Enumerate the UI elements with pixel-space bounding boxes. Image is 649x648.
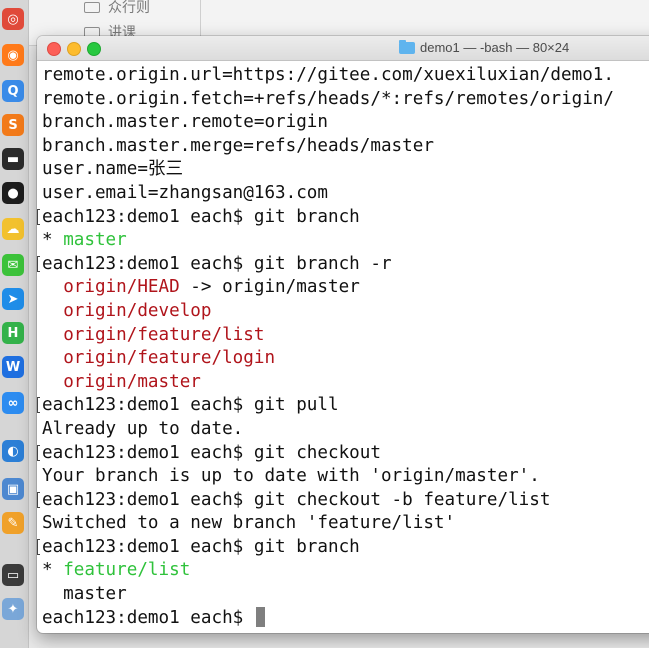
app-store-icon[interactable]: ✦ xyxy=(2,598,24,620)
terminal-line: each123:demo1 each$ git pull xyxy=(37,394,649,418)
terminal-line: user.email=zhangsan@163.com xyxy=(42,182,649,206)
terminal-text: * xyxy=(42,230,64,251)
remote-branch-text: origin/develop xyxy=(63,300,212,321)
window-title: demo1 — -bash — 80×24 xyxy=(399,39,570,55)
wps-icon[interactable]: W xyxy=(2,356,24,378)
window-title-text: demo1 — -bash — 80×24 xyxy=(420,40,570,55)
terminal-line: each123:demo1 each$ git branch xyxy=(37,206,649,230)
screen-capture-icon[interactable]: ▭ xyxy=(2,564,24,586)
terminal-text: * xyxy=(42,560,64,581)
terminal-line: user.name=张三 xyxy=(42,158,649,182)
prompt-mark xyxy=(37,208,40,225)
terminal-line: Already up to date. xyxy=(42,418,649,442)
terminal-text: Your branch is up to date with 'origin/m… xyxy=(42,466,540,487)
terminal-line: * master xyxy=(42,229,649,253)
terminal-text: each123:demo1 each$ git branch -r xyxy=(42,253,392,274)
terminal-text: each123:demo1 each$ git checkout -b feat… xyxy=(42,489,551,510)
current-branch-text: master xyxy=(63,230,127,251)
text-cursor xyxy=(255,606,265,627)
terminal-line: Your branch is up to date with 'origin/m… xyxy=(42,465,649,489)
terminal-text: each123:demo1 each$ git branch xyxy=(42,536,360,557)
terminal-text: Already up to date. xyxy=(42,418,244,439)
firefox-icon[interactable]: ◉ xyxy=(2,44,24,66)
terminal-text: each123:demo1 each$ git checkout xyxy=(42,442,381,463)
terminal-line: each123:demo1 each$ git checkout xyxy=(37,442,649,466)
prompt-text: each123:demo1 each$ xyxy=(42,607,254,628)
qq-icon[interactable]: ● xyxy=(2,182,24,204)
terminal-text: master xyxy=(42,584,127,605)
minimize-button[interactable] xyxy=(67,42,81,56)
remote-branch-text: origin/feature/login xyxy=(63,348,276,369)
terminal-line: remote.origin.url=https://gitee.com/xuex… xyxy=(42,64,649,88)
terminal-window[interactable]: demo1 — -bash — 80×24 remote.origin.url=… xyxy=(37,36,649,633)
sidebar-divider xyxy=(200,0,201,38)
terminal-text: remote.origin.fetch=+refs/heads/*:refs/r… xyxy=(42,88,614,109)
terminal-text: branch.master.remote=origin xyxy=(42,112,328,133)
title-bar[interactable]: demo1 — -bash — 80×24 xyxy=(37,36,649,61)
remote-branch-text: origin/HEAD xyxy=(63,277,180,298)
sketch-icon[interactable]: ✎ xyxy=(2,512,24,534)
terminal-line: branch.master.remote=origin xyxy=(42,111,649,135)
terminal-text: Switched to a new branch 'feature/list' xyxy=(42,513,456,534)
terminal-line: origin/develop xyxy=(42,300,649,324)
terminal-line: origin/master xyxy=(42,371,649,395)
terminal-line: each123:demo1 each$ git branch xyxy=(37,536,649,560)
remote-branch-text: origin/master xyxy=(63,371,201,392)
current-branch-text: feature/list xyxy=(63,560,191,581)
terminal-line: origin/feature/login xyxy=(42,347,649,371)
prompt-line[interactable]: each123:demo1 each$ xyxy=(42,606,649,631)
folder-icon xyxy=(399,39,415,54)
preview-icon[interactable]: ▣ xyxy=(2,478,24,500)
navicat-icon[interactable]: ◐ xyxy=(2,440,24,462)
terminal-icon[interactable]: ▬ xyxy=(2,148,24,170)
terminal-output[interactable]: remote.origin.url=https://gitee.com/xuex… xyxy=(37,61,649,630)
prompt-mark xyxy=(37,397,40,414)
terminal-line: master xyxy=(42,583,649,607)
close-button[interactable] xyxy=(47,42,61,56)
terminal-text: each123:demo1 each$ git pull xyxy=(42,395,339,416)
maximize-button[interactable] xyxy=(87,42,101,56)
notes-icon[interactable]: ☁ xyxy=(2,218,24,240)
terminal-text: user.name=张三 xyxy=(42,159,184,180)
terminal-line: origin/feature/list xyxy=(42,324,649,348)
terminal-text: -> origin/master xyxy=(179,277,360,298)
terminal-line: remote.origin.fetch=+refs/heads/*:refs/r… xyxy=(42,88,649,112)
wechat-icon[interactable]: ✉ xyxy=(2,254,24,276)
finder-sidebar-item[interactable]: 众行则 xyxy=(84,0,150,17)
terminal-line: branch.master.merge=refs/heads/master xyxy=(42,135,649,159)
terminal-text: remote.origin.url=https://gitee.com/xuex… xyxy=(42,65,614,85)
paper-plane-icon[interactable]: ➤ xyxy=(2,288,24,310)
terminal-text: each123:demo1 each$ git branch xyxy=(42,206,360,227)
qq-browser-icon[interactable]: Q xyxy=(2,80,24,102)
prompt-mark xyxy=(37,255,40,272)
finder-sidebar-item-label: 众行则 xyxy=(108,0,150,15)
terminal-text: branch.master.merge=refs/heads/master xyxy=(42,135,434,156)
terminal-line: Switched to a new branch 'feature/list' xyxy=(42,512,649,536)
remote-branch-text: origin/feature/list xyxy=(63,324,265,345)
prompt-mark xyxy=(37,444,40,461)
folder-icon xyxy=(84,1,100,13)
dock: ◎ ◉ Q S ▬ ● ☁ ✉ ➤ H W ∞ ◐ ▣ ✎ ▭ ✦ xyxy=(0,0,29,648)
sublime-text-icon[interactable]: S xyxy=(2,114,24,136)
baidu-netdisk-icon[interactable]: ∞ xyxy=(2,392,24,414)
terminal-line: each123:demo1 each$ git checkout -b feat… xyxy=(37,489,649,513)
terminal-line: origin/HEAD -> origin/master xyxy=(42,276,649,300)
chrome-icon[interactable]: ◎ xyxy=(2,8,24,30)
terminal-text: user.email=zhangsan@163.com xyxy=(42,182,328,203)
prompt-mark xyxy=(37,491,40,508)
hbuilder-icon[interactable]: H xyxy=(2,322,24,344)
terminal-line: * feature/list xyxy=(42,559,649,583)
terminal-line: each123:demo1 each$ git branch -r xyxy=(37,253,649,277)
prompt-mark xyxy=(37,538,40,555)
